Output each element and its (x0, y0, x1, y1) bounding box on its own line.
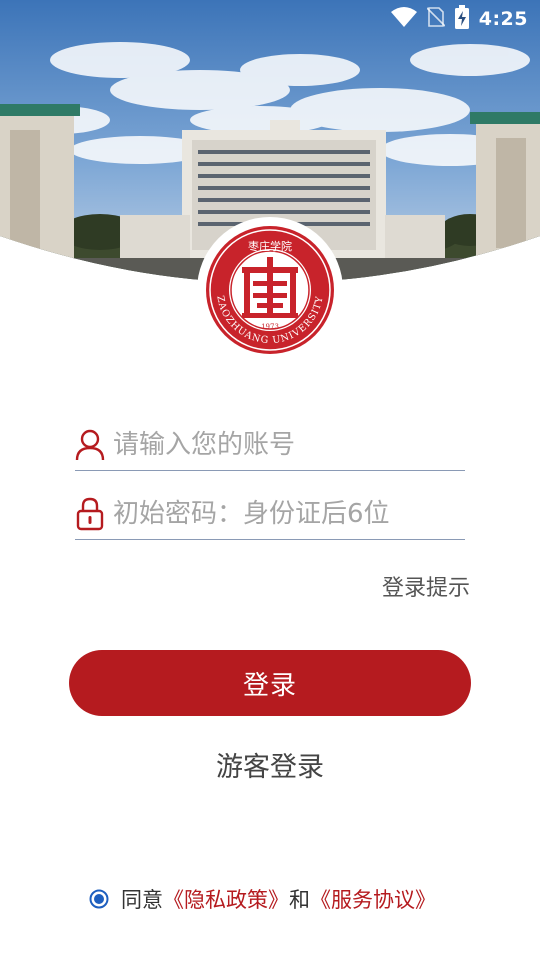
wifi-icon (390, 6, 417, 32)
agreement-row: 同意 《隐私政策》 和 《服务协议》 (89, 884, 436, 914)
agreement-and: 和 (289, 888, 310, 912)
no-sim-icon (426, 6, 446, 32)
lock-icon (75, 497, 105, 531)
logo-top-text: 枣庄学院 (248, 239, 292, 253)
guest-login-link[interactable]: 游客登录 (0, 745, 540, 784)
university-logo: 枣庄学院 1973 ZAOZHUANG UNIVERSITY (197, 217, 343, 363)
user-icon (75, 428, 105, 462)
password-field (75, 489, 465, 540)
battery-charging-icon (454, 5, 469, 33)
status-time: 4:25 (478, 8, 528, 30)
agree-radio[interactable] (89, 889, 109, 909)
status-bar: 4:25 (0, 0, 540, 36)
service-agreement-link[interactable]: 《服务协议》 (310, 884, 436, 914)
logo-year: 1973 (261, 323, 279, 331)
login-button[interactable]: 登录 (69, 650, 471, 716)
agreement-prefix: 同意 (121, 888, 163, 912)
privacy-policy-link[interactable]: 《隐私政策》 (163, 884, 289, 914)
login-tip-link[interactable]: 登录提示 (382, 570, 470, 602)
account-field (75, 420, 465, 471)
login-screen: 4:25 枣庄学院 1973 ZAOZHUANG UNIVERSITY 请输入您… (0, 0, 540, 960)
account-input[interactable] (113, 430, 453, 460)
password-input[interactable] (113, 499, 453, 529)
